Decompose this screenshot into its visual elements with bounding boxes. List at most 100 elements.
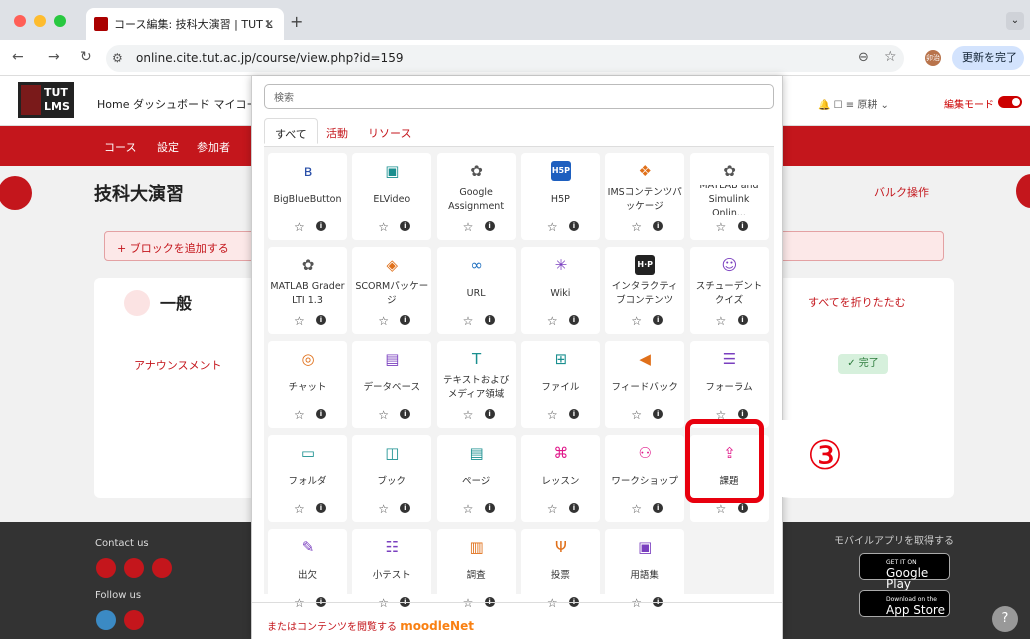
close-tab-icon[interactable]: ✕ (264, 17, 274, 31)
info-icon[interactable]: i (484, 503, 495, 513)
module-card[interactable]: H·P インタラクティブコンテンツ ☆ i (605, 247, 685, 334)
info-icon[interactable]: i (568, 221, 579, 231)
star-icon[interactable]: ☆ (463, 596, 474, 610)
info-icon[interactable]: i (484, 409, 495, 419)
star-icon[interactable]: ☆ (716, 502, 727, 516)
web-icon[interactable] (96, 558, 116, 578)
info-icon[interactable]: i (737, 221, 748, 231)
site-logo[interactable]: TUT LMS (18, 82, 74, 118)
info-icon[interactable]: i (737, 409, 748, 419)
module-card[interactable]: ✳ Wiki ☆ i (520, 247, 600, 334)
browser-tab[interactable]: コース編集: 技科大演習 | TUT L ✕ (86, 8, 284, 40)
help-button[interactable]: ? (992, 606, 1018, 632)
module-card[interactable]: ▤ データベース ☆ i (352, 341, 432, 428)
star-icon[interactable]: ☆ (378, 596, 389, 610)
search-input[interactable]: 検索 (264, 84, 774, 109)
star-icon[interactable]: ☆ (463, 502, 474, 516)
bookmark-star-icon[interactable]: ☆ (884, 49, 897, 65)
info-icon[interactable]: i (737, 315, 748, 325)
module-card[interactable]: ◫ ブック ☆ i (352, 435, 432, 522)
star-icon[interactable]: ☆ (547, 314, 558, 328)
module-card[interactable]: ∞ URL ☆ i (436, 247, 516, 334)
module-card[interactable]: ʙ BigBlueButton ☆ i (268, 153, 347, 240)
module-card[interactable]: ✿ MATLAB Grader LTI 1.3 ☆ i (268, 247, 347, 334)
maximize-window-button[interactable] (54, 15, 66, 27)
star-icon[interactable]: ☆ (716, 220, 727, 234)
star-icon[interactable]: ☆ (294, 596, 305, 610)
avatar[interactable]: 卯治 (925, 50, 941, 66)
module-card[interactable]: ❖ IMSコンテンツパッケージ ☆ i (605, 153, 685, 240)
header-user-area[interactable]: 🔔 ☐ ≡ 原耕 ⌄ (818, 96, 889, 111)
info-icon[interactable]: i (316, 409, 326, 419)
info-icon[interactable]: i (400, 315, 411, 325)
star-icon[interactable]: ☆ (378, 502, 389, 516)
info-icon[interactable]: i (484, 221, 495, 231)
star-icon[interactable]: ☆ (378, 408, 389, 422)
tab-resources[interactable]: リソース (358, 118, 421, 144)
minimize-window-button[interactable] (34, 15, 46, 27)
close-window-button[interactable] (14, 15, 26, 27)
moodlenet-link[interactable]: またはコンテンツを閲覧する moodleNet (267, 618, 474, 633)
forward-icon[interactable]: → (48, 49, 60, 65)
google-play-badge[interactable]: GET IT ON Google Play (859, 553, 950, 590)
star-icon[interactable]: ☆ (631, 502, 642, 516)
module-card[interactable]: ✿ Google Assignment ☆ i (436, 153, 516, 240)
star-icon[interactable]: ☆ (294, 314, 305, 328)
module-card[interactable]: ▭ フォルダ ☆ i (268, 435, 347, 522)
star-icon[interactable]: ☆ (631, 596, 642, 610)
star-icon[interactable]: ☆ (547, 596, 558, 610)
update-button[interactable]: 更新を完了 ⋮ (952, 46, 1024, 88)
module-card[interactable]: ◀ フィードバック ☆ i (605, 341, 685, 428)
star-icon[interactable]: ☆ (631, 408, 642, 422)
info-icon[interactable]: i (316, 315, 326, 325)
announcement-link[interactable]: アナウンスメント (134, 357, 222, 373)
star-icon[interactable]: ☆ (378, 314, 389, 328)
info-icon[interactable]: i (653, 503, 664, 513)
mail-icon[interactable] (152, 558, 172, 578)
info-icon[interactable]: i (653, 221, 664, 231)
star-icon[interactable]: ☆ (463, 408, 474, 422)
tab-search-icon[interactable]: ⌄ (1006, 12, 1024, 30)
url-input[interactable]: online.cite.tut.ac.jp/course/view.php?id… (106, 45, 904, 72)
star-icon[interactable]: ☆ (631, 314, 642, 328)
secnav-settings[interactable]: 設定 (157, 139, 179, 155)
completion-button[interactable]: ✓ 完了 (838, 354, 888, 374)
reload-icon[interactable]: ↻ (80, 49, 92, 65)
star-icon[interactable]: ☆ (378, 220, 389, 234)
info-icon[interactable]: i (568, 315, 579, 325)
secnav-course[interactable]: コース (104, 139, 136, 155)
info-icon[interactable]: i (400, 409, 411, 419)
star-icon[interactable]: ☆ (547, 502, 558, 516)
info-icon[interactable]: i (737, 503, 748, 513)
star-icon[interactable]: ☆ (547, 220, 558, 234)
info-icon[interactable]: i (653, 409, 664, 419)
app-store-badge[interactable]: Download on the App Store (859, 590, 950, 617)
star-icon[interactable]: ☆ (463, 314, 474, 328)
module-card[interactable]: ◈ SCORMパッケージ ☆ i (352, 247, 432, 334)
info-icon[interactable]: i (568, 409, 579, 419)
module-card[interactable]: ▤ ページ ☆ i (436, 435, 516, 522)
module-card[interactable]: T テキストおよびメディア領域 ☆ i (436, 341, 516, 428)
module-card[interactable]: ⚇ ワークショップ ☆ i (605, 435, 685, 522)
bulk-edit-link[interactable]: バルク操作 (874, 184, 929, 200)
module-card[interactable]: ▣ ELVideo ☆ i (352, 153, 432, 240)
module-card[interactable]: ☺ スチューデントクイズ ☆ i (689, 247, 769, 334)
module-card[interactable]: ⊞ ファイル ☆ i (520, 341, 600, 428)
info-icon[interactable]: i (484, 315, 495, 325)
module-card[interactable]: ⌘ レッスン ☆ i (520, 435, 600, 522)
site-info-icon[interactable]: ⚙ (112, 51, 123, 65)
edit-mode-toggle[interactable] (998, 96, 1022, 108)
star-icon[interactable]: ☆ (294, 220, 305, 234)
primary-nav[interactable]: Home ダッシュボード マイコー (97, 96, 257, 112)
star-icon[interactable]: ☆ (294, 408, 305, 422)
star-icon[interactable]: ☆ (547, 408, 558, 422)
info-icon[interactable]: i (400, 221, 411, 231)
info-icon[interactable]: i (316, 221, 326, 231)
collapse-all-link[interactable]: すべてを折りたたむ (808, 294, 906, 310)
back-icon[interactable]: ← (12, 49, 24, 65)
info-icon[interactable]: i (400, 503, 411, 513)
star-icon[interactable]: ☆ (294, 502, 305, 516)
star-icon[interactable]: ☆ (463, 220, 474, 234)
info-icon[interactable]: i (568, 503, 579, 513)
section-collapse-toggle[interactable] (124, 290, 150, 316)
